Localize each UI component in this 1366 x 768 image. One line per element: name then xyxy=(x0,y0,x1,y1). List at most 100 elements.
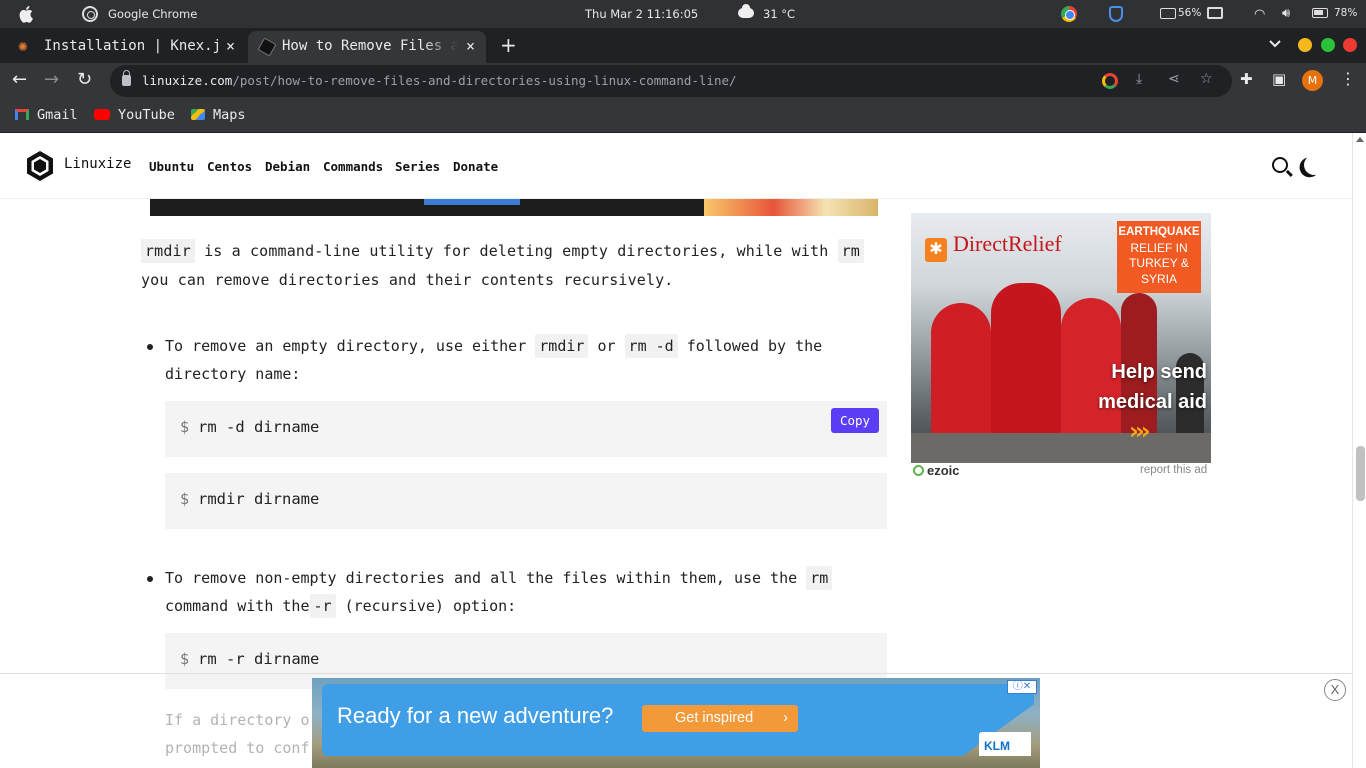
shell-prompt: $ xyxy=(180,490,190,508)
maps-icon xyxy=(191,109,205,120)
extensions-puzzle-icon[interactable]: ✚ xyxy=(1240,70,1253,88)
ad-brand: ✱ DirectRelief xyxy=(925,231,1062,262)
code-command[interactable]: rmdir dirname xyxy=(198,490,319,508)
bookmark-gmail[interactable]: Gmail xyxy=(15,107,78,123)
knex-favicon-icon: ✺ xyxy=(18,36,28,55)
site-logo-text[interactable]: Linuxize xyxy=(64,156,131,172)
close-ad-button[interactable]: X xyxy=(1324,679,1346,701)
search-icon[interactable] xyxy=(1272,157,1288,173)
window-minimize-button[interactable] xyxy=(1298,38,1312,52)
paragraph-text: is a command-line utility for deleting e… xyxy=(194,242,838,260)
clock[interactable]: Thu Mar 2 11:16:05 xyxy=(585,7,698,21)
scrollbar-thumb[interactable] xyxy=(1356,446,1365,501)
ad-food-image xyxy=(704,196,878,216)
apple-icon[interactable] xyxy=(18,5,36,23)
battery-level: 78% xyxy=(1334,7,1358,19)
nav-debian[interactable]: Debian xyxy=(265,159,310,174)
linuxize-logo-icon[interactable] xyxy=(26,150,54,182)
anchor-divider xyxy=(0,673,1352,674)
active-app-name[interactable]: Google Chrome xyxy=(108,7,197,21)
ezoic-label[interactable]: ezoic xyxy=(913,463,960,478)
ad-arrows-icon: ››› xyxy=(1129,417,1151,445)
code-command[interactable]: rm -r dirname xyxy=(198,650,319,668)
address-bar[interactable]: linuxize.com/post/how-to-remove-files-an… xyxy=(110,65,1232,97)
volume-icon[interactable]: 🔊︎ xyxy=(1282,6,1290,21)
direct-relief-ad[interactable]: ✱ DirectRelief EARTHQUAKE RELIEF IN TURKE… xyxy=(911,213,1211,463)
wifi-icon[interactable]: ◠ xyxy=(1254,7,1265,22)
scroll-up-arrow-icon[interactable] xyxy=(1356,137,1364,142)
tab-knex-installation[interactable]: ✺ Installation | Knex.js × xyxy=(0,31,246,63)
inline-code: -r xyxy=(309,594,336,618)
tab-strip: ✺ Installation | Knex.js × How to Remove… xyxy=(0,28,1366,63)
dark-mode-moon-icon[interactable] xyxy=(1302,153,1325,176)
lock-icon[interactable] xyxy=(122,70,131,86)
tab-close-icon[interactable]: × xyxy=(226,37,235,55)
inline-code: rmdir xyxy=(535,334,589,358)
direct-relief-logo-icon: ✱ xyxy=(925,238,947,262)
shell-prompt: $ xyxy=(180,418,190,436)
install-app-icon[interactable]: ⤓ xyxy=(1136,71,1142,87)
code-block[interactable]: $ rmdir dirname xyxy=(165,473,887,529)
bookmark-maps[interactable]: Maps xyxy=(191,107,246,123)
google-lens-icon[interactable] xyxy=(1102,73,1118,89)
shield-tray-icon[interactable] xyxy=(1109,6,1123,22)
memory-icon[interactable] xyxy=(1160,8,1176,19)
tab-linuxize-remove-files[interactable]: How to Remove Files and Directories × xyxy=(248,31,486,63)
side-panel-icon[interactable]: ▣ xyxy=(1272,70,1286,88)
reload-icon[interactable]: ↻ xyxy=(77,69,92,90)
browser-toolbar: ← → ↻ linuxize.com/post/how-to-remove-fi… xyxy=(0,63,1366,99)
ad-badge: EARTHQUAKE RELIEF IN TURKEY & SYRIA xyxy=(1117,221,1201,293)
new-tab-button[interactable]: + xyxy=(500,33,517,57)
nav-series[interactable]: Series xyxy=(395,159,440,174)
os-top-bar: Google Chrome Thu Mar 2 11:16:05 31 °C 5… xyxy=(0,0,1366,28)
ad-photo-figure xyxy=(931,303,991,453)
nav-donate[interactable]: Donate xyxy=(453,159,498,174)
nav-ubuntu[interactable]: Ubuntu xyxy=(149,159,194,174)
chrome-menu-icon[interactable]: ⋮ xyxy=(1340,69,1356,88)
code-command[interactable]: rm -d dirname xyxy=(198,418,319,436)
inline-code: rm xyxy=(837,239,864,263)
inline-code: rmdir xyxy=(141,239,195,263)
forward-arrow-icon[interactable]: → xyxy=(44,69,59,90)
list-item-text: To remove non-empty directories and all … xyxy=(165,564,845,620)
copy-button[interactable]: Copy xyxy=(831,408,879,433)
back-arrow-icon[interactable]: ← xyxy=(12,69,27,90)
paragraph-text: you can remove directories and their con… xyxy=(141,271,674,289)
bottom-anchor-ad: Ready for a new adventure? Get inspired ›… xyxy=(0,673,1366,768)
url-text[interactable]: linuxize.com/post/how-to-remove-files-an… xyxy=(142,73,737,88)
adchoices-icon[interactable]: ⓘ✕ xyxy=(1007,680,1037,694)
youtube-icon xyxy=(94,109,110,120)
intro-paragraph: rmdir is a command-line utility for dele… xyxy=(141,237,887,295)
ezoic-icon xyxy=(913,465,924,476)
inline-code: rm -d xyxy=(624,334,678,358)
battery-icon[interactable] xyxy=(1312,8,1328,18)
ad-headline: Ready for a new adventure? xyxy=(337,703,614,728)
bookmark-star-icon[interactable]: ☆ xyxy=(1200,71,1213,87)
report-ad-link[interactable]: report this ad xyxy=(1140,464,1207,476)
gmail-icon xyxy=(15,109,29,120)
cloud-icon xyxy=(738,4,754,18)
temperature[interactable]: 31 °C xyxy=(763,7,795,21)
nav-commands[interactable]: Commands xyxy=(323,159,383,174)
klm-ad-banner[interactable]: Ready for a new adventure? Get inspired ›… xyxy=(312,678,1040,768)
list-item-text: To remove an empty directory, use either… xyxy=(165,332,845,388)
code-block[interactable]: $ rm -d dirname Copy xyxy=(165,401,887,457)
monitor-icon[interactable] xyxy=(1207,7,1223,19)
bookmark-youtube[interactable]: YouTube xyxy=(94,107,175,123)
tab-search-chevron-icon[interactable] xyxy=(1268,36,1282,50)
get-inspired-button[interactable]: Get inspired › xyxy=(642,705,798,732)
window-close-button[interactable] xyxy=(1343,38,1357,52)
top-ad-banner[interactable] xyxy=(150,196,878,216)
chrome-tray-icon[interactable] xyxy=(1061,6,1077,22)
memory-usage: 56% xyxy=(1178,7,1202,19)
shell-prompt: $ xyxy=(180,650,190,668)
site-header: Linuxize Ubuntu Centos Debian Commands S… xyxy=(0,133,1352,199)
ad-photo-rubble xyxy=(911,433,1211,463)
nav-centos[interactable]: Centos xyxy=(207,159,252,174)
linuxize-favicon-icon xyxy=(257,37,277,57)
ad-photo-figure xyxy=(991,283,1061,453)
window-maximize-button[interactable] xyxy=(1321,38,1335,52)
tab-close-icon[interactable]: × xyxy=(466,37,475,55)
share-icon[interactable]: ⋖ xyxy=(1168,71,1180,87)
profile-avatar[interactable]: M xyxy=(1302,70,1323,91)
